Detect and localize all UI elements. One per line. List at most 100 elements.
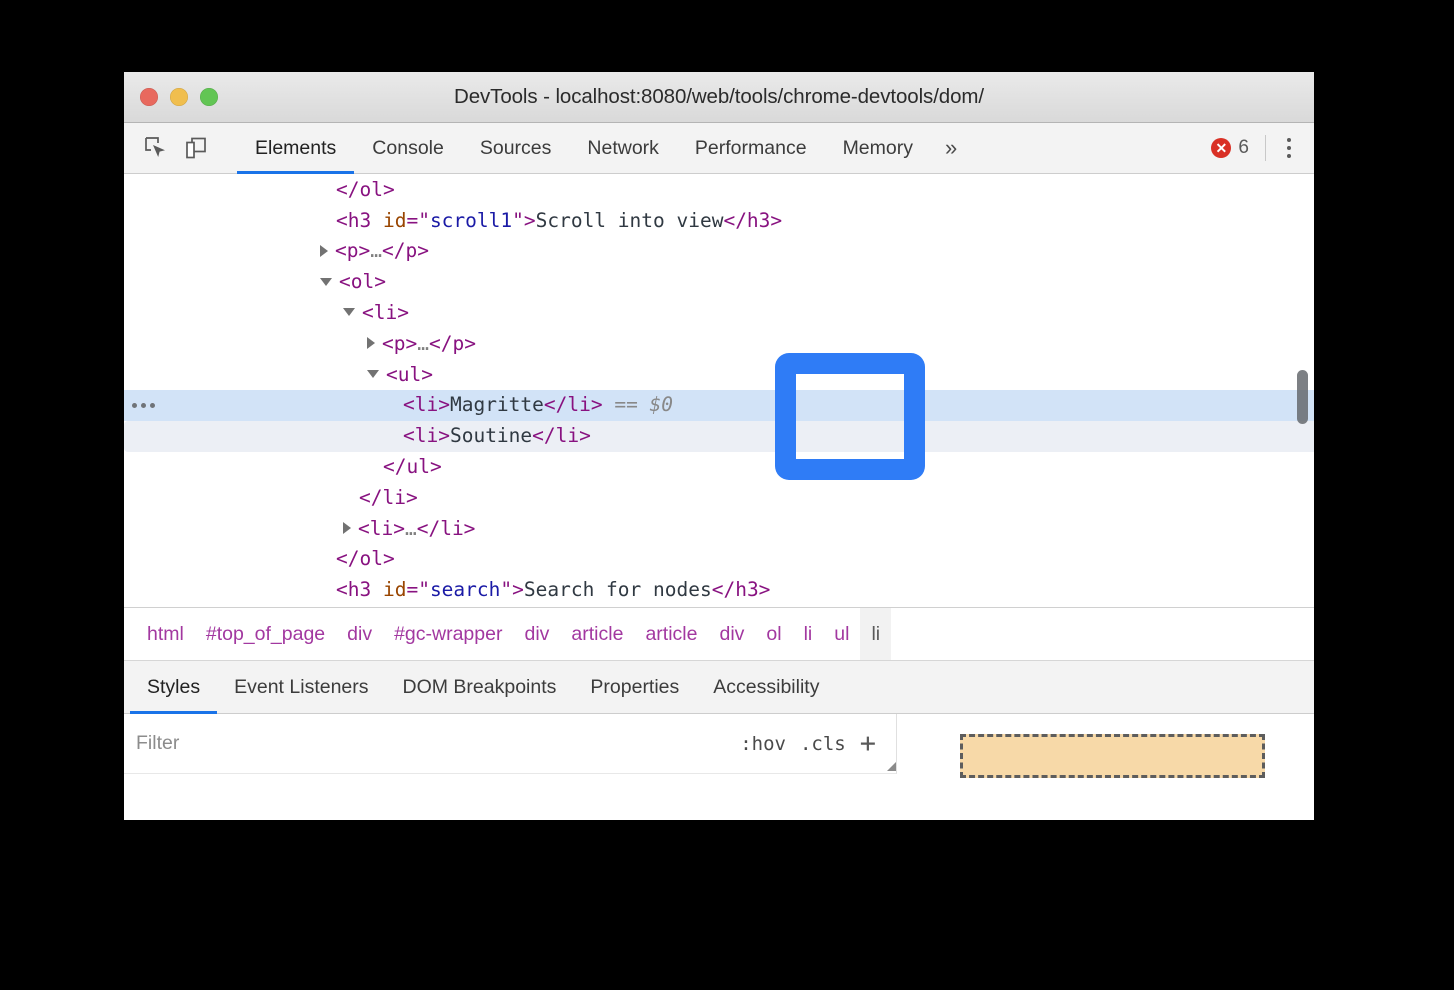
- more-tabs-icon[interactable]: »: [931, 123, 971, 173]
- dom-token-eq: == $0: [603, 393, 673, 416]
- breadcrumb-item-11[interactable]: li: [860, 608, 891, 660]
- row-overflow-dots-icon[interactable]: [132, 390, 155, 421]
- dom-token-attr: id: [383, 578, 406, 601]
- collapse-triangle-icon[interactable]: [343, 308, 355, 316]
- breadcrumb-item-9[interactable]: li: [793, 608, 824, 660]
- devtools-panel-tabs: Elements Console Sources Network Perform…: [237, 123, 1203, 173]
- tab-network-label: Network: [587, 137, 659, 160]
- dom-tree-row[interactable]: <ol>: [124, 267, 1314, 298]
- tab-console[interactable]: Console: [354, 123, 462, 173]
- breadcrumb-item-6[interactable]: article: [634, 608, 708, 660]
- expand-triangle-icon[interactable]: [320, 245, 328, 257]
- hov-toggle-button[interactable]: :hov: [740, 733, 786, 755]
- expand-triangle-icon[interactable]: [367, 337, 375, 349]
- tab-properties[interactable]: Properties: [573, 661, 696, 713]
- dom-tree-panel[interactable]: <li>…</li></ol><h3 id="scroll1">Scroll i…: [124, 174, 1314, 608]
- dom-tree-row[interactable]: </li>: [124, 483, 1314, 514]
- styles-filter-bar: :hov .cls +: [124, 714, 897, 774]
- error-count: 6: [1238, 137, 1249, 159]
- tab-network[interactable]: Network: [569, 123, 677, 173]
- tab-performance[interactable]: Performance: [677, 123, 825, 173]
- collapse-triangle-icon[interactable]: [367, 370, 379, 378]
- kebab-menu-icon[interactable]: [1274, 130, 1304, 166]
- box-model-diagram: [960, 734, 1265, 778]
- breadcrumb-item-5[interactable]: article: [560, 608, 634, 660]
- tab-accessibility-label: Accessibility: [713, 676, 819, 699]
- dom-token-tag: <li>: [403, 393, 450, 416]
- dom-token-val: search: [430, 578, 500, 601]
- resize-corner-handle[interactable]: [887, 762, 896, 771]
- dom-token-tag: =": [406, 578, 429, 601]
- dom-token-tag: </h3>: [723, 209, 782, 232]
- dom-tree-row[interactable]: <h3 id="search">Search for nodes</h3>: [124, 575, 1314, 606]
- tab-dom-breakpoints-label: DOM Breakpoints: [403, 676, 557, 699]
- dom-token-tag: ">: [500, 578, 523, 601]
- device-toolbar-icon[interactable]: [178, 130, 214, 166]
- tab-dom-breakpoints[interactable]: DOM Breakpoints: [386, 661, 574, 713]
- close-window-button[interactable]: [140, 88, 158, 106]
- dom-token-tag: <h3: [336, 578, 383, 601]
- breadcrumb-item-8[interactable]: ol: [755, 608, 792, 660]
- minimize-window-button[interactable]: [170, 88, 188, 106]
- dom-token-tag: </li>: [359, 486, 418, 509]
- dom-token-txt: Magritte: [450, 393, 544, 416]
- tab-styles[interactable]: Styles: [130, 661, 217, 713]
- dom-token-tag: </p>: [429, 332, 476, 355]
- dom-token-txt: Search for nodes: [524, 578, 712, 601]
- tab-event-listeners-label: Event Listeners: [234, 676, 368, 699]
- styles-toggles: :hov .cls +: [730, 730, 896, 757]
- tab-event-listeners[interactable]: Event Listeners: [217, 661, 385, 713]
- breadcrumb-item-2[interactable]: div: [336, 608, 383, 660]
- inspect-cursor-icon[interactable]: [138, 130, 174, 166]
- breadcrumb-item-1[interactable]: #top_of_page: [195, 608, 336, 660]
- dom-token-tag: ">: [512, 209, 535, 232]
- tab-elements[interactable]: Elements: [237, 123, 354, 173]
- devtools-toolbar: Elements Console Sources Network Perform…: [124, 123, 1314, 174]
- add-style-rule-button[interactable]: +: [860, 730, 882, 757]
- breadcrumb-item-4[interactable]: div: [513, 608, 560, 660]
- dom-token-dots: …: [405, 517, 417, 540]
- dom-tree-row[interactable]: <p>…</p>: [124, 606, 1314, 608]
- collapse-triangle-icon[interactable]: [320, 278, 332, 286]
- dom-tree-row[interactable]: <li>: [124, 298, 1314, 329]
- dom-token-tag: </ol>: [336, 547, 395, 570]
- expand-triangle-icon[interactable]: [343, 522, 351, 534]
- dom-tree-row[interactable]: </ol>: [124, 544, 1314, 575]
- styles-pane: :hov .cls +: [124, 714, 1314, 774]
- tab-accessibility[interactable]: Accessibility: [696, 661, 836, 713]
- dom-token-tag: </li>: [532, 424, 591, 447]
- dom-token-tag: </ul>: [383, 455, 442, 478]
- cls-toggle-button[interactable]: .cls: [800, 733, 846, 755]
- tab-memory[interactable]: Memory: [825, 123, 931, 173]
- dom-token-txt: Soutine: [450, 424, 532, 447]
- breadcrumb-item-7[interactable]: div: [708, 608, 755, 660]
- dom-tree-row[interactable]: <li>Soutine</li>: [124, 421, 1314, 452]
- vertical-scrollbar-thumb[interactable]: [1297, 370, 1308, 424]
- error-badge[interactable]: ✕ 6: [1203, 137, 1257, 159]
- dom-tree-row[interactable]: <li>Magritte</li> == $0: [124, 390, 1314, 421]
- dom-token-tag: <p>: [382, 332, 417, 355]
- maximize-window-button[interactable]: [200, 88, 218, 106]
- dom-token-dots: …: [370, 239, 382, 262]
- styles-filter-input[interactable]: [124, 731, 730, 756]
- dom-token-tag: <li>: [403, 424, 450, 447]
- dom-tree-row[interactable]: <ul>: [124, 360, 1314, 391]
- tab-memory-label: Memory: [843, 137, 913, 160]
- dom-tree-row[interactable]: <p>…</p>: [124, 329, 1314, 360]
- breadcrumb-item-10[interactable]: ul: [823, 608, 860, 660]
- dom-token-tag: <h3: [336, 209, 383, 232]
- dom-tree-row[interactable]: <h3 id="scroll1">Scroll into view</h3>: [124, 206, 1314, 237]
- tab-styles-label: Styles: [147, 676, 200, 699]
- tab-sources[interactable]: Sources: [462, 123, 570, 173]
- window-title: DevTools - localhost:8080/web/tools/chro…: [124, 85, 1314, 109]
- dom-tree-row[interactable]: <li>…</li>: [124, 514, 1314, 545]
- dom-tree-row[interactable]: </ol>: [124, 175, 1314, 206]
- breadcrumb-item-3[interactable]: #gc-wrapper: [383, 608, 513, 660]
- dom-tree-row[interactable]: <p>…</p>: [124, 236, 1314, 267]
- dom-token-dots: …: [417, 332, 429, 355]
- breadcrumb-item-0[interactable]: html: [136, 608, 195, 660]
- dom-token-tag: <li>: [362, 301, 409, 324]
- dom-tree-row[interactable]: </ul>: [124, 452, 1314, 483]
- devtools-window: DevTools - localhost:8080/web/tools/chro…: [124, 72, 1314, 820]
- screenshot-stage: DevTools - localhost:8080/web/tools/chro…: [0, 0, 1454, 990]
